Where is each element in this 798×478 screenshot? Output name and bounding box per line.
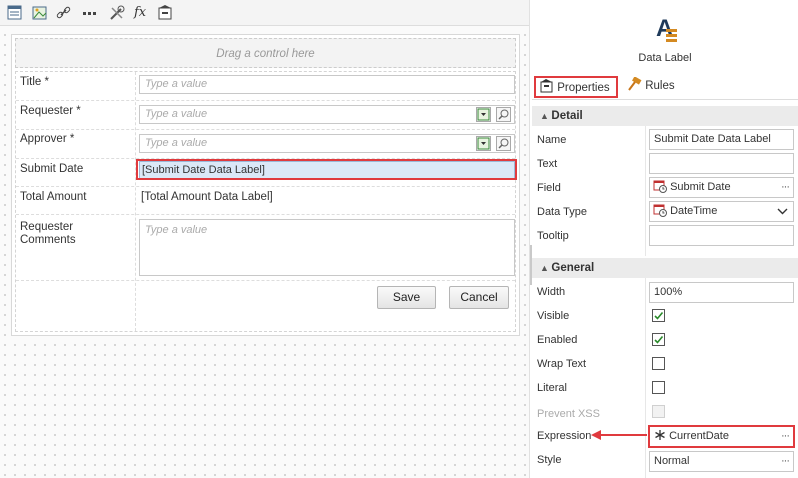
- search-icon[interactable]: [496, 136, 511, 151]
- total-amount-label: Total Amount: [20, 191, 87, 203]
- prevent-xss-property-label: Prevent XSS: [537, 408, 600, 420]
- form-table: Title * Type a value Requester * Type a …: [15, 71, 517, 332]
- chevron-down-icon[interactable]: [777, 202, 788, 221]
- literal-property-label: Literal: [537, 382, 567, 394]
- approver-picker[interactable]: Type a value: [139, 134, 515, 153]
- requester-comments-label: Requester Comments: [20, 221, 76, 246]
- title-input[interactable]: Type a value: [139, 75, 515, 94]
- form-icon[interactable]: [6, 4, 24, 22]
- wrap-text-property-label: Wrap Text: [537, 358, 587, 370]
- calendar-clock-icon: [653, 180, 667, 193]
- checkmark-icon: [654, 311, 664, 320]
- title-label: Title *: [20, 76, 49, 88]
- expression-highlight: [648, 425, 795, 448]
- section-general[interactable]: ▲ General: [532, 258, 798, 278]
- tools-icon[interactable]: [108, 4, 126, 22]
- approver-placeholder: Type a value: [145, 137, 208, 149]
- data-label-icon: A: [654, 14, 680, 47]
- width-property-input[interactable]: 100%: [649, 282, 794, 303]
- dropdown-picker-icon[interactable]: [476, 136, 491, 151]
- requester-label: Requester *: [20, 105, 81, 117]
- requester-placeholder: Type a value: [145, 108, 208, 120]
- calendar-clock-icon: [653, 204, 667, 217]
- selected-control-name: Data Label: [638, 52, 692, 64]
- text-property-input[interactable]: [649, 153, 794, 174]
- tooltip-property-input[interactable]: [649, 225, 794, 246]
- section-detail[interactable]: ▲ Detail: [532, 106, 798, 126]
- submit-date-highlight: [136, 159, 517, 180]
- checkmark-icon: [654, 335, 664, 344]
- form-designer-canvas[interactable]: fx Drag a control here Title * Type a va…: [0, 0, 530, 478]
- visible-property-label: Visible: [537, 310, 570, 322]
- drag-control-placeholder[interactable]: Drag a control here: [15, 38, 516, 68]
- wrap-text-checkbox[interactable]: [652, 357, 665, 370]
- field-property-value: Submit Date: [670, 181, 731, 193]
- tab-rules-label: Rules: [645, 80, 675, 92]
- field-property-label: Field: [537, 182, 561, 194]
- approver-label: Approver *: [20, 133, 75, 145]
- designer-toolbar: fx: [0, 0, 530, 26]
- arrow-left-icon: [590, 428, 648, 445]
- name-property-label: Name: [537, 134, 567, 146]
- expression-property-label: Expression: [537, 430, 592, 442]
- ellipsis-icon[interactable]: ···: [781, 178, 790, 197]
- data-type-property-label: Data Type: [537, 206, 587, 218]
- submit-date-label: Submit Date: [20, 163, 84, 175]
- tab-properties[interactable]: Properties: [534, 76, 618, 98]
- text-property-label: Text: [537, 158, 558, 170]
- properties-pane: A Data Label Properties Rules ▲ Detail N…: [532, 0, 798, 478]
- style-property-label: Style: [537, 454, 562, 466]
- cancel-button[interactable]: Cancel: [449, 286, 509, 309]
- enabled-checkbox[interactable]: [652, 333, 665, 346]
- properties-icon: [540, 79, 553, 93]
- link-icon[interactable]: [55, 4, 73, 22]
- ellipsis-icon[interactable]: ···: [781, 452, 790, 471]
- prevent-xss-checkbox: [652, 405, 665, 418]
- data-type-select[interactable]: DateTime: [649, 201, 794, 222]
- form-view: Drag a control here Title * Type a value…: [11, 34, 520, 336]
- visible-checkbox[interactable]: [652, 309, 665, 322]
- style-icon[interactable]: [156, 4, 174, 22]
- fx-icon[interactable]: fx: [134, 4, 152, 22]
- save-button[interactable]: Save: [377, 286, 436, 309]
- image-edit-icon[interactable]: [31, 4, 49, 22]
- svg-text:A: A: [656, 15, 673, 42]
- data-type-value: DateTime: [670, 205, 718, 217]
- tab-properties-label: Properties: [557, 82, 610, 94]
- section-detail-label: Detail: [551, 110, 583, 122]
- total-amount-data-label[interactable]: [Total Amount Data Label]: [141, 191, 273, 204]
- requester-comments-textarea[interactable]: Type a value: [139, 219, 515, 276]
- tab-rules[interactable]: Rules: [624, 76, 680, 98]
- literal-checkbox[interactable]: [652, 381, 665, 394]
- width-property-label: Width: [537, 286, 566, 298]
- style-value: Normal: [654, 455, 690, 467]
- style-property-picker[interactable]: Normal ···: [649, 451, 794, 472]
- gavel-icon: [628, 76, 642, 91]
- name-property-input[interactable]: Submit Date Data Label: [649, 129, 794, 150]
- section-general-label: General: [551, 262, 595, 274]
- field-property-picker[interactable]: Submit Date ···: [649, 177, 794, 198]
- requester-picker[interactable]: Type a value: [139, 105, 515, 124]
- enabled-property-label: Enabled: [537, 334, 578, 346]
- pane-divider: [529, 0, 530, 478]
- search-icon[interactable]: [496, 107, 511, 122]
- tooltip-property-label: Tooltip: [537, 230, 569, 242]
- dropdown-picker-icon[interactable]: [476, 107, 491, 122]
- more-icon[interactable]: [81, 4, 99, 22]
